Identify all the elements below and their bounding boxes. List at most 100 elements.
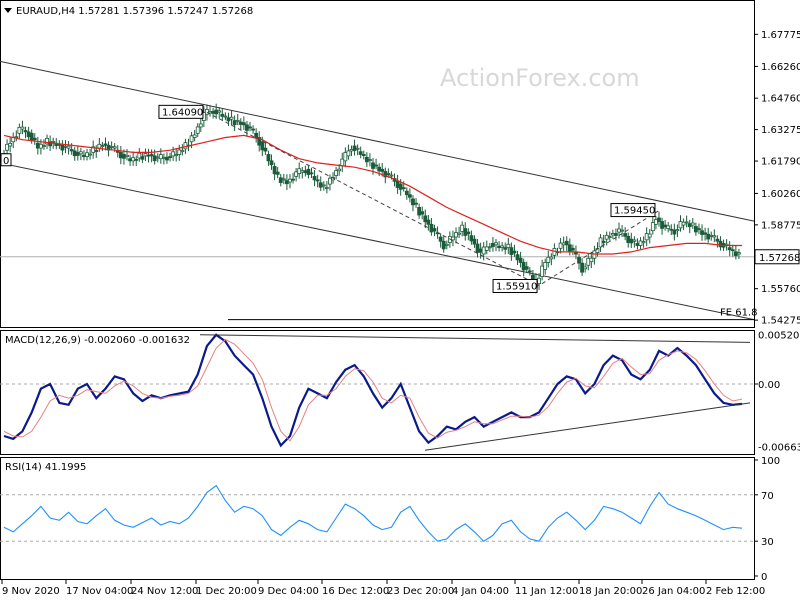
candle-body bbox=[118, 151, 123, 159]
candle-body bbox=[297, 168, 302, 174]
time-tick-label: 4 Jan 04:00 bbox=[452, 586, 509, 597]
candle-body bbox=[657, 217, 661, 222]
fe-label: FE 61.8 bbox=[720, 308, 758, 319]
candle-body bbox=[543, 262, 548, 270]
candle-body bbox=[168, 156, 172, 158]
candle-body bbox=[78, 151, 83, 155]
time-tick-label: 23 Dec 20:00 bbox=[387, 586, 454, 597]
time-tick-label: 2 Feb 12:00 bbox=[706, 586, 765, 597]
candle-body bbox=[161, 156, 166, 159]
candle-body bbox=[469, 235, 474, 242]
candle-body bbox=[463, 228, 468, 236]
candle-body bbox=[607, 236, 612, 239]
candle-body bbox=[32, 137, 37, 141]
candle-body bbox=[5, 143, 9, 151]
macd-tick-label: 0.005208 bbox=[758, 331, 800, 342]
candle-body bbox=[254, 132, 259, 138]
candle-body bbox=[395, 180, 400, 188]
upper-channel-line bbox=[0, 60, 755, 222]
time-tick-label: 16 Dec 12:00 bbox=[322, 586, 389, 597]
candle-body bbox=[328, 177, 332, 185]
candle-body bbox=[647, 233, 652, 238]
candle-body bbox=[35, 142, 40, 149]
candle-body bbox=[697, 228, 701, 230]
candle-body bbox=[140, 156, 145, 160]
candle-body bbox=[232, 120, 237, 126]
candle-body bbox=[189, 135, 194, 143]
candle-body bbox=[192, 134, 197, 138]
candle-body bbox=[180, 150, 185, 153]
time-tick-label: 26 Jan 04:00 bbox=[642, 586, 705, 597]
candle-body bbox=[598, 237, 603, 248]
candle-body bbox=[531, 274, 535, 280]
time-axis: 9 Nov 2020 17 Nov 04:0024 Nov 12:001 Dec … bbox=[1, 580, 765, 597]
rsi-panel-title: RSI(14) 41.1995 bbox=[5, 462, 86, 473]
candle-body bbox=[733, 251, 738, 257]
candle-body bbox=[610, 233, 615, 236]
candle-body bbox=[641, 241, 646, 244]
candle-body bbox=[617, 228, 621, 233]
candle-body bbox=[334, 170, 339, 177]
candle-body bbox=[570, 247, 575, 251]
candle-body bbox=[472, 238, 477, 245]
rsi-y-axis: 100 70 30 0 bbox=[754, 456, 780, 583]
candle-body bbox=[718, 240, 723, 248]
candle-body bbox=[438, 236, 443, 242]
rsi-tick-label: 30 bbox=[761, 537, 774, 548]
chart-stage: ActionForex.com EURAUD,H4 1.57281 1.5739… bbox=[0, 0, 800, 600]
candle-body bbox=[355, 147, 360, 150]
candle-body bbox=[712, 235, 717, 238]
candle-body bbox=[429, 223, 434, 233]
candle-body bbox=[143, 153, 148, 157]
candle-body bbox=[663, 224, 668, 228]
candle-body bbox=[315, 179, 320, 182]
rsi-tick-label: 0 bbox=[761, 572, 767, 583]
candle-body bbox=[266, 154, 271, 162]
candle-body bbox=[8, 143, 13, 147]
dropdown-triangle-icon[interactable] bbox=[4, 8, 12, 13]
candle-body bbox=[294, 171, 299, 177]
candle-body bbox=[318, 182, 323, 188]
candle-body bbox=[567, 244, 572, 253]
candle-body bbox=[666, 225, 671, 229]
candle-body bbox=[454, 232, 458, 238]
candle-body bbox=[343, 152, 348, 162]
candle-body bbox=[134, 159, 139, 161]
candle-body bbox=[604, 234, 609, 240]
candle-body bbox=[484, 246, 489, 251]
signal-line bbox=[3, 338, 743, 442]
candle-body bbox=[324, 187, 329, 189]
candle-body bbox=[183, 142, 188, 150]
price-channel-lines bbox=[0, 60, 755, 321]
candle-body bbox=[208, 111, 212, 114]
candle-body bbox=[687, 223, 692, 228]
candle-body bbox=[669, 228, 674, 231]
candle-body bbox=[223, 115, 228, 118]
candle-body bbox=[263, 147, 268, 152]
candle-body bbox=[352, 145, 357, 151]
candle-body bbox=[211, 111, 216, 114]
candle-body bbox=[177, 149, 182, 155]
candle-body bbox=[303, 170, 308, 174]
price-tick-label: 1.54275 bbox=[761, 316, 800, 327]
candle-body bbox=[675, 229, 680, 232]
rsi-lines bbox=[0, 484, 754, 542]
candle-body bbox=[398, 183, 403, 190]
candle-body bbox=[564, 240, 569, 246]
candle-body bbox=[737, 252, 741, 255]
candle-body bbox=[561, 242, 566, 246]
time-tick-label: 11 Jan 12:00 bbox=[515, 586, 578, 597]
candle-body bbox=[460, 224, 465, 232]
macd-lines bbox=[0, 333, 754, 451]
time-tick-label: 18 Jan 20:00 bbox=[579, 586, 642, 597]
candle-body bbox=[444, 243, 449, 246]
candle-body bbox=[693, 226, 698, 233]
time-tick-label: 17 Nov 04:00 bbox=[66, 586, 133, 597]
candle-body bbox=[703, 232, 707, 235]
candle-body bbox=[500, 245, 505, 249]
candle-body bbox=[195, 126, 200, 134]
candle-body bbox=[269, 160, 274, 166]
candle-body bbox=[715, 238, 720, 242]
candle-body bbox=[238, 121, 243, 125]
candle-body bbox=[174, 154, 179, 156]
